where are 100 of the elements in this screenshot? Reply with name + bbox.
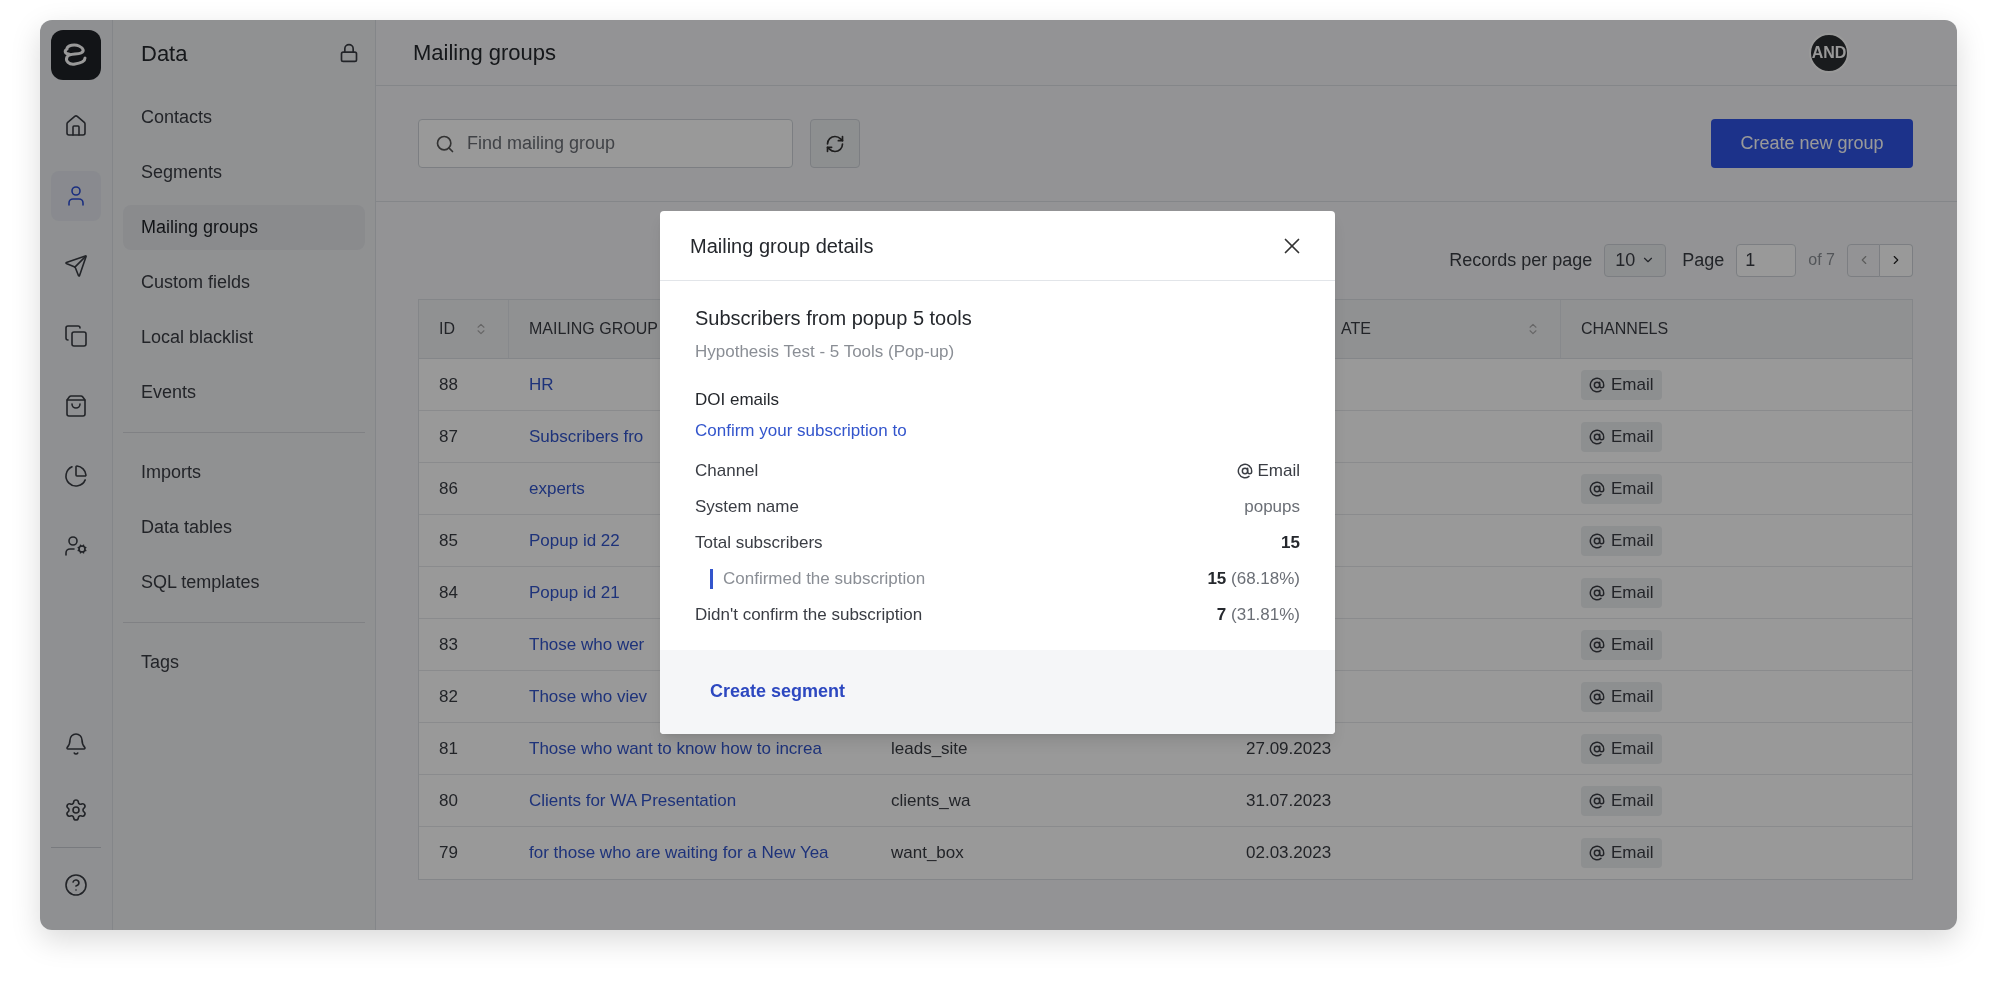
refresh-icon xyxy=(825,133,845,154)
group-link[interactable]: Popup id 22 xyxy=(529,527,620,554)
stat-label: System name xyxy=(695,495,799,518)
sidebar-item[interactable]: Tags xyxy=(123,640,365,685)
page-title: Mailing groups xyxy=(413,39,557,67)
logo-icon xyxy=(51,30,101,80)
group-link[interactable]: Those who wer xyxy=(529,631,645,658)
sidebar-item[interactable]: Local blacklist xyxy=(123,315,365,360)
channel-tag: Email xyxy=(1581,525,1662,556)
channel-tag: Email xyxy=(1581,369,1662,400)
group-description: Hypothesis Test - 5 Tools (Pop-up) xyxy=(695,341,956,363)
table-cell-text: 88 xyxy=(439,373,458,396)
stat-value: 15 xyxy=(1281,531,1300,554)
at-sign-icon xyxy=(1237,462,1254,479)
group-link[interactable]: Subscribers fro xyxy=(529,423,644,450)
at-sign-icon xyxy=(1589,792,1605,809)
create-group-button[interactable]: Create new group xyxy=(1711,119,1913,168)
records-select[interactable]: 10 xyxy=(1604,243,1667,277)
at-sign-icon xyxy=(1589,688,1605,705)
doi-label: DOI emails xyxy=(695,388,781,411)
search-icon xyxy=(435,133,455,154)
at-sign-icon xyxy=(1589,428,1605,445)
channel-value: Email xyxy=(1237,457,1300,484)
group-link[interactable]: HR xyxy=(529,371,554,398)
group-link[interactable]: Popup id 21 xyxy=(529,579,620,606)
dialog-title: Mailing group details xyxy=(690,233,874,259)
group-link[interactable]: for those who are waiting for a New Yea xyxy=(529,840,829,866)
sidebar-item[interactable]: Contacts xyxy=(123,95,365,140)
channel-tag: Email xyxy=(1581,629,1662,660)
table-cell-text: 31.07.2023 xyxy=(1246,789,1332,812)
page-label: Page xyxy=(1682,248,1725,272)
table-cell-text: clients_wa xyxy=(891,789,971,812)
channel-tag: Email xyxy=(1581,838,1662,868)
at-sign-icon xyxy=(1589,584,1605,601)
avatar[interactable]: AND xyxy=(1809,32,1849,73)
table-cell-text: want_box xyxy=(891,842,964,865)
stat-label: Channel xyxy=(695,459,759,482)
channel-tag: Email xyxy=(1581,733,1662,764)
user-gear-icon xyxy=(64,534,88,558)
group-link[interactable]: Clients for WA Presentation xyxy=(529,787,737,814)
channel-tag: Email xyxy=(1581,421,1662,452)
group-link[interactable]: Those who want to know how to increa xyxy=(529,735,822,762)
at-sign-icon xyxy=(1589,845,1605,861)
sidebar-item[interactable]: Segments xyxy=(123,150,365,195)
table-cell-text: 27.09.2023 xyxy=(1246,737,1332,760)
stat-value: popups xyxy=(1244,495,1300,518)
table-cell-text: 80 xyxy=(439,789,458,812)
help-icon xyxy=(64,873,88,897)
table-cell-text: leads_site xyxy=(891,737,968,760)
table-cell-text: 02.03.2023 xyxy=(1246,842,1332,865)
home-icon xyxy=(64,114,88,138)
table-cell-text: 85 xyxy=(439,529,458,552)
channel-tag: Email xyxy=(1581,681,1662,712)
sidebar-item[interactable]: Events xyxy=(123,370,365,415)
stat-value: 15 (68.18%) xyxy=(1207,567,1300,590)
at-sign-icon xyxy=(1589,636,1605,653)
column-header: ID xyxy=(439,319,455,339)
create-segment-link[interactable]: Create segment xyxy=(710,678,846,705)
at-sign-icon xyxy=(1589,532,1605,549)
table-cell-text: 86 xyxy=(439,477,458,500)
copy-icon xyxy=(64,324,88,348)
doi-email-link[interactable]: Confirm your subscription to xyxy=(695,418,907,444)
settings-icon xyxy=(64,798,88,822)
channel-tag: Email xyxy=(1581,785,1662,816)
stat-label: Confirmed the subscription xyxy=(710,568,926,589)
bell-icon xyxy=(64,732,88,756)
stat-label: Didn't confirm the subscription xyxy=(695,603,923,626)
sidebar-item[interactable]: SQL templates xyxy=(123,560,365,605)
column-header: ATE xyxy=(1341,319,1371,339)
table-cell-text: 79 xyxy=(439,842,458,865)
page-field[interactable]: 1 xyxy=(1736,243,1797,277)
channel-tag: Email xyxy=(1581,577,1662,608)
table-cell-text: 83 xyxy=(439,633,458,656)
rail-button[interactable] xyxy=(51,171,101,221)
sidebar-item[interactable]: Data tables xyxy=(123,505,365,550)
table-cell-text: 87 xyxy=(439,425,458,448)
send-icon xyxy=(64,254,88,278)
stat-label: Total subscribers xyxy=(695,531,823,554)
column-header: MAILING GROUP xyxy=(529,319,658,339)
at-sign-icon xyxy=(1589,740,1605,757)
group-link[interactable]: Those who viev xyxy=(529,683,648,710)
at-sign-icon xyxy=(1589,480,1605,497)
search-input[interactable]: Find mailing group xyxy=(467,130,776,157)
pie-chart-icon xyxy=(64,464,88,488)
group-name: Subscribers from popup 5 tools xyxy=(695,306,973,331)
sidebar-item[interactable]: Imports xyxy=(123,450,365,495)
table-cell-text: 81 xyxy=(439,737,458,760)
at-sign-icon xyxy=(1589,376,1605,393)
records-per-page-label: Records per page xyxy=(1449,248,1593,272)
column-header: CHANNELS xyxy=(1581,319,1669,339)
table-cell-text: 82 xyxy=(439,685,458,708)
shopping-bag-icon xyxy=(64,394,88,418)
lock-icon xyxy=(339,43,359,63)
table-cell-text: 84 xyxy=(439,581,458,604)
refresh-button[interactable] xyxy=(810,119,860,168)
sidebar-item[interactable]: Custom fields xyxy=(123,260,365,305)
search-field[interactable]: Find mailing group xyxy=(418,119,793,168)
stat-value: 7 (31.81%) xyxy=(1216,603,1300,626)
sidebar-item[interactable]: Mailing groups xyxy=(123,205,365,250)
group-link[interactable]: experts xyxy=(529,475,585,502)
